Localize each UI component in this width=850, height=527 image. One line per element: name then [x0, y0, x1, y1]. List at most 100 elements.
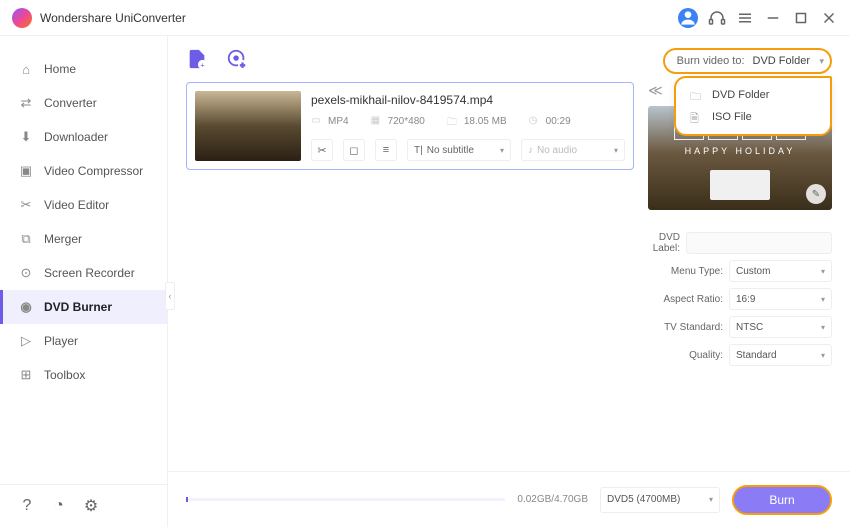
- aspect-ratio-label: Aspect Ratio:: [648, 294, 723, 305]
- chevron-down-icon: ▾: [821, 351, 825, 360]
- burn-to-selected: DVD Folder: [753, 55, 810, 67]
- sidebar-item-editor[interactable]: ✂ Video Editor: [0, 188, 167, 222]
- chevron-down-icon: ▾: [709, 495, 713, 504]
- trim-button[interactable]: ✂: [311, 139, 333, 161]
- subtitle-dropdown[interactable]: T|No subtitle▾: [407, 139, 511, 161]
- sidebar-item-label: Converter: [44, 96, 97, 110]
- size-icon: 🗀: [447, 115, 459, 127]
- capacity-progress: [186, 498, 505, 501]
- file-card[interactable]: pexels-mikhail-nilov-8419574.mp4 ▭MP4 ▦7…: [186, 82, 634, 170]
- tv-standard-label: TV Standard:: [648, 322, 723, 333]
- back-button[interactable]: ≪: [648, 82, 668, 102]
- close-button[interactable]: [820, 9, 838, 27]
- nav-list: ⌂ Home ⇄ Converter ⬇ Downloader ▣ Video Comp…: [0, 36, 167, 484]
- dvd-label-label: DVD Label:: [648, 232, 680, 254]
- sidebar-item-label: DVD Burner: [44, 300, 112, 314]
- audio-value: No audio: [537, 145, 577, 156]
- dvd-icon: ◉: [18, 299, 34, 315]
- sidebar: ⌂ Home ⇄ Converter ⬇ Downloader ▣ Video Comp…: [0, 36, 168, 527]
- capacity-text: 0.02GB/4.70GB: [517, 494, 588, 505]
- home-icon: ⌂: [18, 61, 34, 77]
- sidebar-item-label: Home: [44, 62, 76, 76]
- app-logo: [12, 8, 32, 28]
- help-icon[interactable]: ?: [18, 497, 36, 515]
- folder-icon: 🗀: [690, 88, 704, 102]
- edit-menu-button[interactable]: ✎: [806, 184, 826, 204]
- sidebar-item-merger[interactable]: ⧉ Merger: [0, 222, 167, 256]
- sidebar-item-player[interactable]: ▷ Player: [0, 324, 167, 358]
- maximize-button[interactable]: [792, 9, 810, 27]
- sidebar-item-home[interactable]: ⌂ Home: [0, 52, 167, 86]
- sidebar-item-label: Player: [44, 334, 78, 348]
- sidebar-item-dvd-burner[interactable]: ◉ DVD Burner: [0, 290, 167, 324]
- headset-icon[interactable]: [708, 9, 726, 27]
- sidebar-item-label: Video Compressor: [44, 164, 143, 178]
- main-area: + + Burn video to: DVD Folder ▾ 🗀DVD Fol…: [168, 36, 850, 527]
- file-size: 18.05 MB: [464, 116, 507, 127]
- dvd-settings: DVD Label: Menu Type:Custom▾ Aspect Rati…: [648, 232, 832, 366]
- preview-banner: HAPPY HOLIDAY: [648, 146, 832, 156]
- recorder-icon: ⊙: [18, 265, 34, 281]
- convert-icon: ⇄: [18, 95, 34, 111]
- dvd-label-input[interactable]: [686, 232, 832, 254]
- editor-icon: ✂: [18, 197, 34, 213]
- player-icon: ▷: [18, 333, 34, 349]
- chevron-down-icon: ▾: [614, 146, 618, 155]
- sidebar-item-label: Video Editor: [44, 198, 109, 212]
- format-icon: ▭: [311, 115, 323, 127]
- app-title: Wondershare UniConverter: [40, 11, 678, 25]
- menu-type-select[interactable]: Custom▾: [729, 260, 832, 282]
- disc-type-select[interactable]: DVD5 (4700MB)▾: [600, 487, 720, 513]
- quality-select[interactable]: Standard▾: [729, 344, 832, 366]
- sidebar-item-toolbox[interactable]: ⊞Toolbox: [0, 358, 167, 392]
- right-panel: ≪ HAPPY HOLIDAY ✎ DVD Label: Menu Type:C…: [648, 82, 832, 471]
- download-icon: ⬇: [18, 129, 34, 145]
- burn-to-options: 🗀DVD Folder 🗎 ISO File: [674, 76, 832, 136]
- menu-icon[interactable]: [736, 9, 754, 27]
- add-disc-button[interactable]: +: [226, 48, 248, 70]
- duration-icon: ◷: [529, 115, 541, 127]
- sidebar-item-recorder[interactable]: ⊙ Screen Recorder: [0, 256, 167, 290]
- sidebar-item-label: Merger: [44, 232, 82, 246]
- file-duration: 00:29: [546, 116, 571, 127]
- burn-to-label: Burn video to:: [677, 55, 745, 67]
- option-dvd-folder[interactable]: 🗀DVD Folder: [676, 84, 830, 106]
- titlebar: Wondershare UniConverter: [0, 0, 850, 36]
- sidebar-bottom: ? ◔ ⚙: [0, 484, 167, 527]
- file-format: MP4: [328, 116, 349, 127]
- subtitle-value: No subtitle: [427, 145, 474, 156]
- burn-button[interactable]: Burn: [732, 485, 832, 515]
- notification-icon[interactable]: ◔: [50, 497, 68, 515]
- quality-label: Quality:: [648, 350, 723, 361]
- file-list: pexels-mikhail-nilov-8419574.mp4 ▭MP4 ▦7…: [186, 82, 634, 471]
- sidebar-item-downloader[interactable]: ⬇ Downloader: [0, 120, 167, 154]
- chevron-down-icon: ▾: [821, 295, 825, 304]
- sidebar-item-label: Toolbox: [44, 368, 85, 382]
- chevron-down-icon: ▾: [500, 146, 504, 155]
- user-avatar[interactable]: [678, 8, 698, 28]
- sidebar-item-label: Screen Recorder: [44, 266, 135, 280]
- effects-button[interactable]: ≡: [375, 139, 397, 161]
- compress-icon: ▣: [18, 163, 34, 179]
- iso-icon: 🗎: [690, 110, 704, 124]
- chevron-down-icon: ▾: [821, 323, 825, 332]
- add-file-button[interactable]: +: [186, 48, 208, 70]
- settings-icon[interactable]: ⚙: [82, 497, 100, 515]
- sidebar-item-label: Downloader: [44, 130, 108, 144]
- option-iso-file[interactable]: 🗎 ISO File: [676, 106, 830, 128]
- video-thumbnail: [195, 91, 301, 161]
- file-name: pexels-mikhail-nilov-8419574.mp4: [311, 93, 625, 107]
- option-label: ISO File: [712, 111, 752, 123]
- audio-dropdown[interactable]: ♪No audio▾: [521, 139, 625, 161]
- burn-video-to-dropdown[interactable]: Burn video to: DVD Folder ▾: [663, 48, 832, 74]
- sidebar-item-compressor[interactable]: ▣ Video Compressor: [0, 154, 167, 188]
- crop-button[interactable]: ◻: [343, 139, 365, 161]
- chevron-down-icon: ▾: [821, 267, 825, 276]
- file-resolution: 720*480: [388, 116, 425, 127]
- merger-icon: ⧉: [18, 231, 34, 247]
- tv-standard-select[interactable]: NTSC▾: [729, 316, 832, 338]
- aspect-ratio-select[interactable]: 16:9▾: [729, 288, 832, 310]
- minimize-button[interactable]: [764, 9, 782, 27]
- sidebar-item-converter[interactable]: ⇄ Converter: [0, 86, 167, 120]
- svg-text:+: +: [240, 60, 244, 69]
